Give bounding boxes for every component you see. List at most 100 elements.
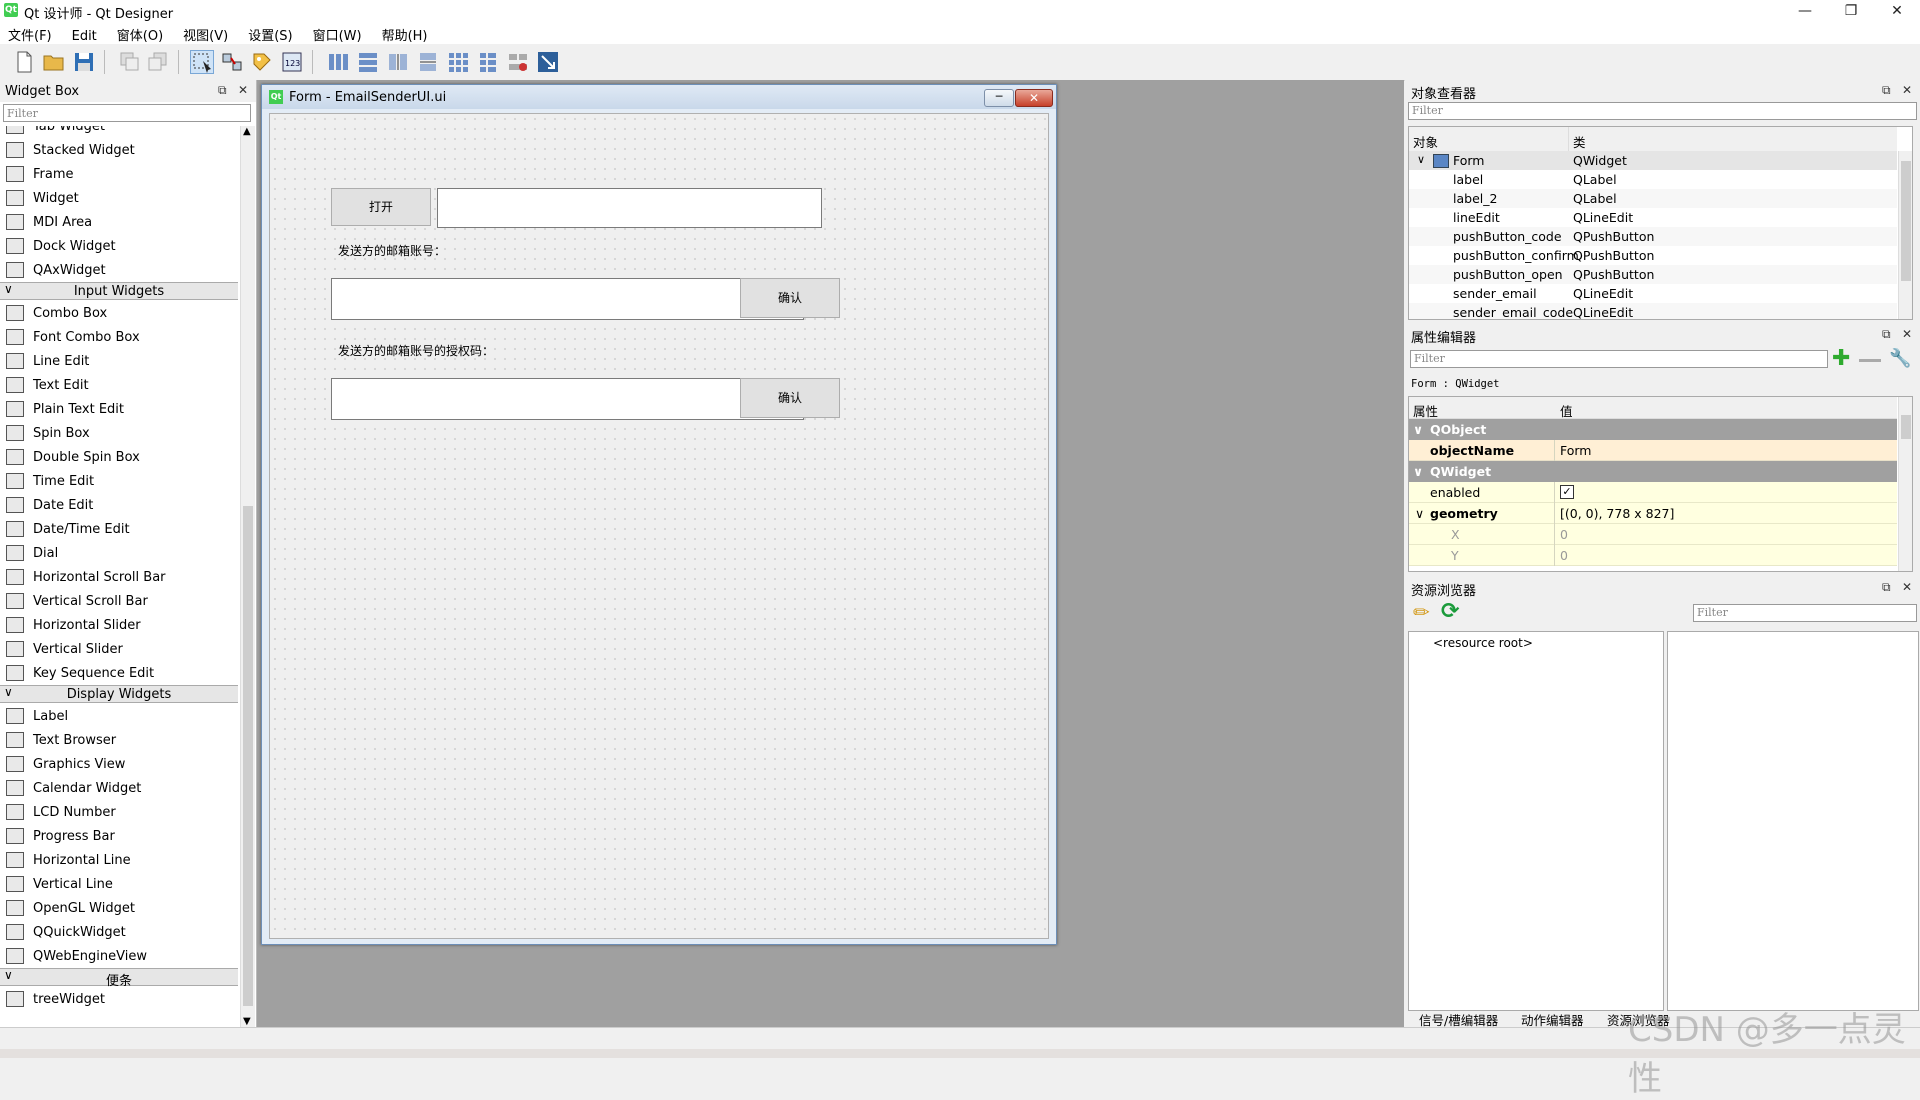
layout-form-icon[interactable] [476,50,500,74]
break-layout-icon[interactable] [506,50,530,74]
object-row[interactable]: sender_email QLineEdit [1409,284,1897,303]
form-minimize-icon[interactable]: ─ [984,89,1014,107]
group-qobject[interactable]: ∨ QObject [1409,419,1897,440]
edit-signals-icon[interactable] [220,50,244,74]
file-path-input[interactable] [437,188,822,228]
form-close-icon[interactable]: ✕ [1015,89,1053,107]
widget-item[interactable]: QWebEngineView [0,944,238,968]
widget-item[interactable]: Label [0,704,238,728]
widget-item[interactable]: QAxWidget [0,258,238,282]
layout-horizontal-icon[interactable] [326,50,350,74]
scroll-thumb[interactable] [1901,161,1911,281]
widget-item[interactable]: Line Edit [0,349,238,373]
save-icon[interactable] [72,50,96,74]
widget-filter-input[interactable]: Filter [3,104,251,122]
object-row[interactable]: label QLabel [1409,170,1897,189]
object-row[interactable]: pushButton_open QPushButton [1409,265,1897,284]
auth-code-input[interactable] [331,378,804,420]
sender-email-input[interactable] [331,278,804,320]
edit-buddies-icon[interactable] [250,50,274,74]
object-row[interactable]: sender_email_code QLineEdit [1409,303,1897,319]
object-row[interactable]: pushButton_confirm QPushButton [1409,246,1897,265]
add-property-icon[interactable]: ✚ [1832,348,1850,370]
widget-item[interactable]: QQuickWidget [0,920,238,944]
widget-item[interactable]: Horizontal Slider [0,613,238,637]
scroll-thumb[interactable] [243,506,253,1006]
objectname-value[interactable]: Form [1560,443,1592,458]
property-filter-input[interactable]: Filter [1410,350,1828,368]
float-icon[interactable]: ⧉ [1882,580,1891,595]
property-geometry[interactable]: ∨ geometry [(0, 0), 778 x 827] [1409,503,1897,524]
widget-item[interactable]: Text Browser [0,728,238,752]
adjust-size-icon[interactable] [536,50,560,74]
close-icon[interactable]: ✕ [1902,83,1912,97]
x-value[interactable]: 0 [1560,527,1568,542]
widget-item[interactable]: Widget [0,186,238,210]
y-value[interactable]: 0 [1560,548,1568,563]
close-icon[interactable]: ✕ [1902,580,1912,594]
collapse-icon[interactable]: ∨ [1415,506,1424,521]
widget-category-header[interactable]: ∨ Input Widgets [0,282,238,300]
widget-item[interactable]: Date/Time Edit [0,517,238,541]
confirm-code-button[interactable]: 确认 [740,378,840,418]
float-icon[interactable]: ⧉ [1882,83,1891,98]
widget-item[interactable]: Double Spin Box [0,445,238,469]
close-icon[interactable]: ✕ [1902,327,1912,341]
col-property-header[interactable]: 属性 [1413,401,1438,420]
widget-item[interactable]: Dial [0,541,238,565]
send-to-back-icon[interactable] [146,50,170,74]
widget-item[interactable]: Graphics View [0,752,238,776]
resource-root[interactable]: <resource root> [1433,636,1533,650]
widget-item[interactable]: Progress Bar [0,824,238,848]
resource-filter-input[interactable]: Filter [1693,604,1917,622]
col-value-header[interactable]: 值 [1560,401,1573,420]
object-row[interactable]: lineEdit QLineEdit [1409,208,1897,227]
widget-item[interactable]: Tab Widget [0,126,238,138]
col-object-header[interactable]: 对象 [1413,132,1438,151]
widget-category-header[interactable]: ∨ Display Widgets [0,685,238,703]
scroll-down-icon[interactable]: ▼ [243,1016,251,1027]
reload-icon[interactable]: ⟳ [1441,599,1459,624]
minimize-icon[interactable]: — [1782,0,1828,22]
widget-list-scrollbar[interactable]: ▲ ▼ [240,126,255,1027]
remove-property-icon[interactable] [1859,359,1881,362]
close-icon[interactable]: ✕ [238,83,248,97]
widget-category-header[interactable]: ∨ 便条 [0,968,238,989]
widget-item[interactable]: Horizontal Scroll Bar [0,565,238,589]
widget-item[interactable]: Dock Widget [0,234,238,258]
widget-item[interactable]: Vertical Line [0,872,238,896]
float-icon[interactable]: ⧉ [218,83,227,98]
widget-item[interactable]: Horizontal Line [0,848,238,872]
layout-h-splitter-icon[interactable] [386,50,410,74]
float-icon[interactable]: ⧉ [1882,327,1891,342]
close-icon[interactable]: ✕ [1874,0,1920,22]
widget-item[interactable]: Spin Box [0,421,238,445]
widget-item[interactable]: LCD Number [0,800,238,824]
object-row[interactable]: label_2 QLabel [1409,189,1897,208]
property-x[interactable]: X 0 [1409,524,1897,545]
widget-item[interactable]: Font Combo Box [0,325,238,349]
object-tree-scrollbar[interactable] [1898,151,1912,319]
layout-v-splitter-icon[interactable] [416,50,440,74]
configure-wrench-icon[interactable]: 🔧 [1889,348,1911,369]
collapse-icon[interactable]: ∨ [1413,464,1423,479]
widget-item[interactable]: OpenGL Widget [0,896,238,920]
new-file-icon[interactable] [12,50,36,74]
property-grid-scrollbar[interactable] [1898,397,1912,571]
widget-item[interactable]: Key Sequence Edit [0,661,238,685]
edit-resources-icon[interactable]: ✏ [1413,600,1430,624]
collapse-icon[interactable]: ∨ [1413,422,1423,437]
geometry-value[interactable]: [(0, 0), 778 x 827] [1560,506,1674,521]
widget-item[interactable]: Date Edit [0,493,238,517]
widget-item[interactable]: Vertical Slider [0,637,238,661]
open-folder-icon[interactable] [42,50,66,74]
layout-grid-icon[interactable] [446,50,470,74]
form-title-bar[interactable]: Qt Form - EmailSenderUI.ui ─ ✕ [262,85,1056,109]
collapse-icon[interactable]: ∨ [1417,153,1425,166]
widget-item[interactable]: Plain Text Edit [0,397,238,421]
widget-item[interactable]: MDI Area [0,210,238,234]
edit-tab-order-icon[interactable]: 123 [280,50,304,74]
property-y[interactable]: Y 0 [1409,545,1897,566]
form-window[interactable]: Qt Form - EmailSenderUI.ui ─ ✕ 打开 发送方的邮箱… [261,84,1057,945]
widget-item[interactable]: Frame [0,162,238,186]
